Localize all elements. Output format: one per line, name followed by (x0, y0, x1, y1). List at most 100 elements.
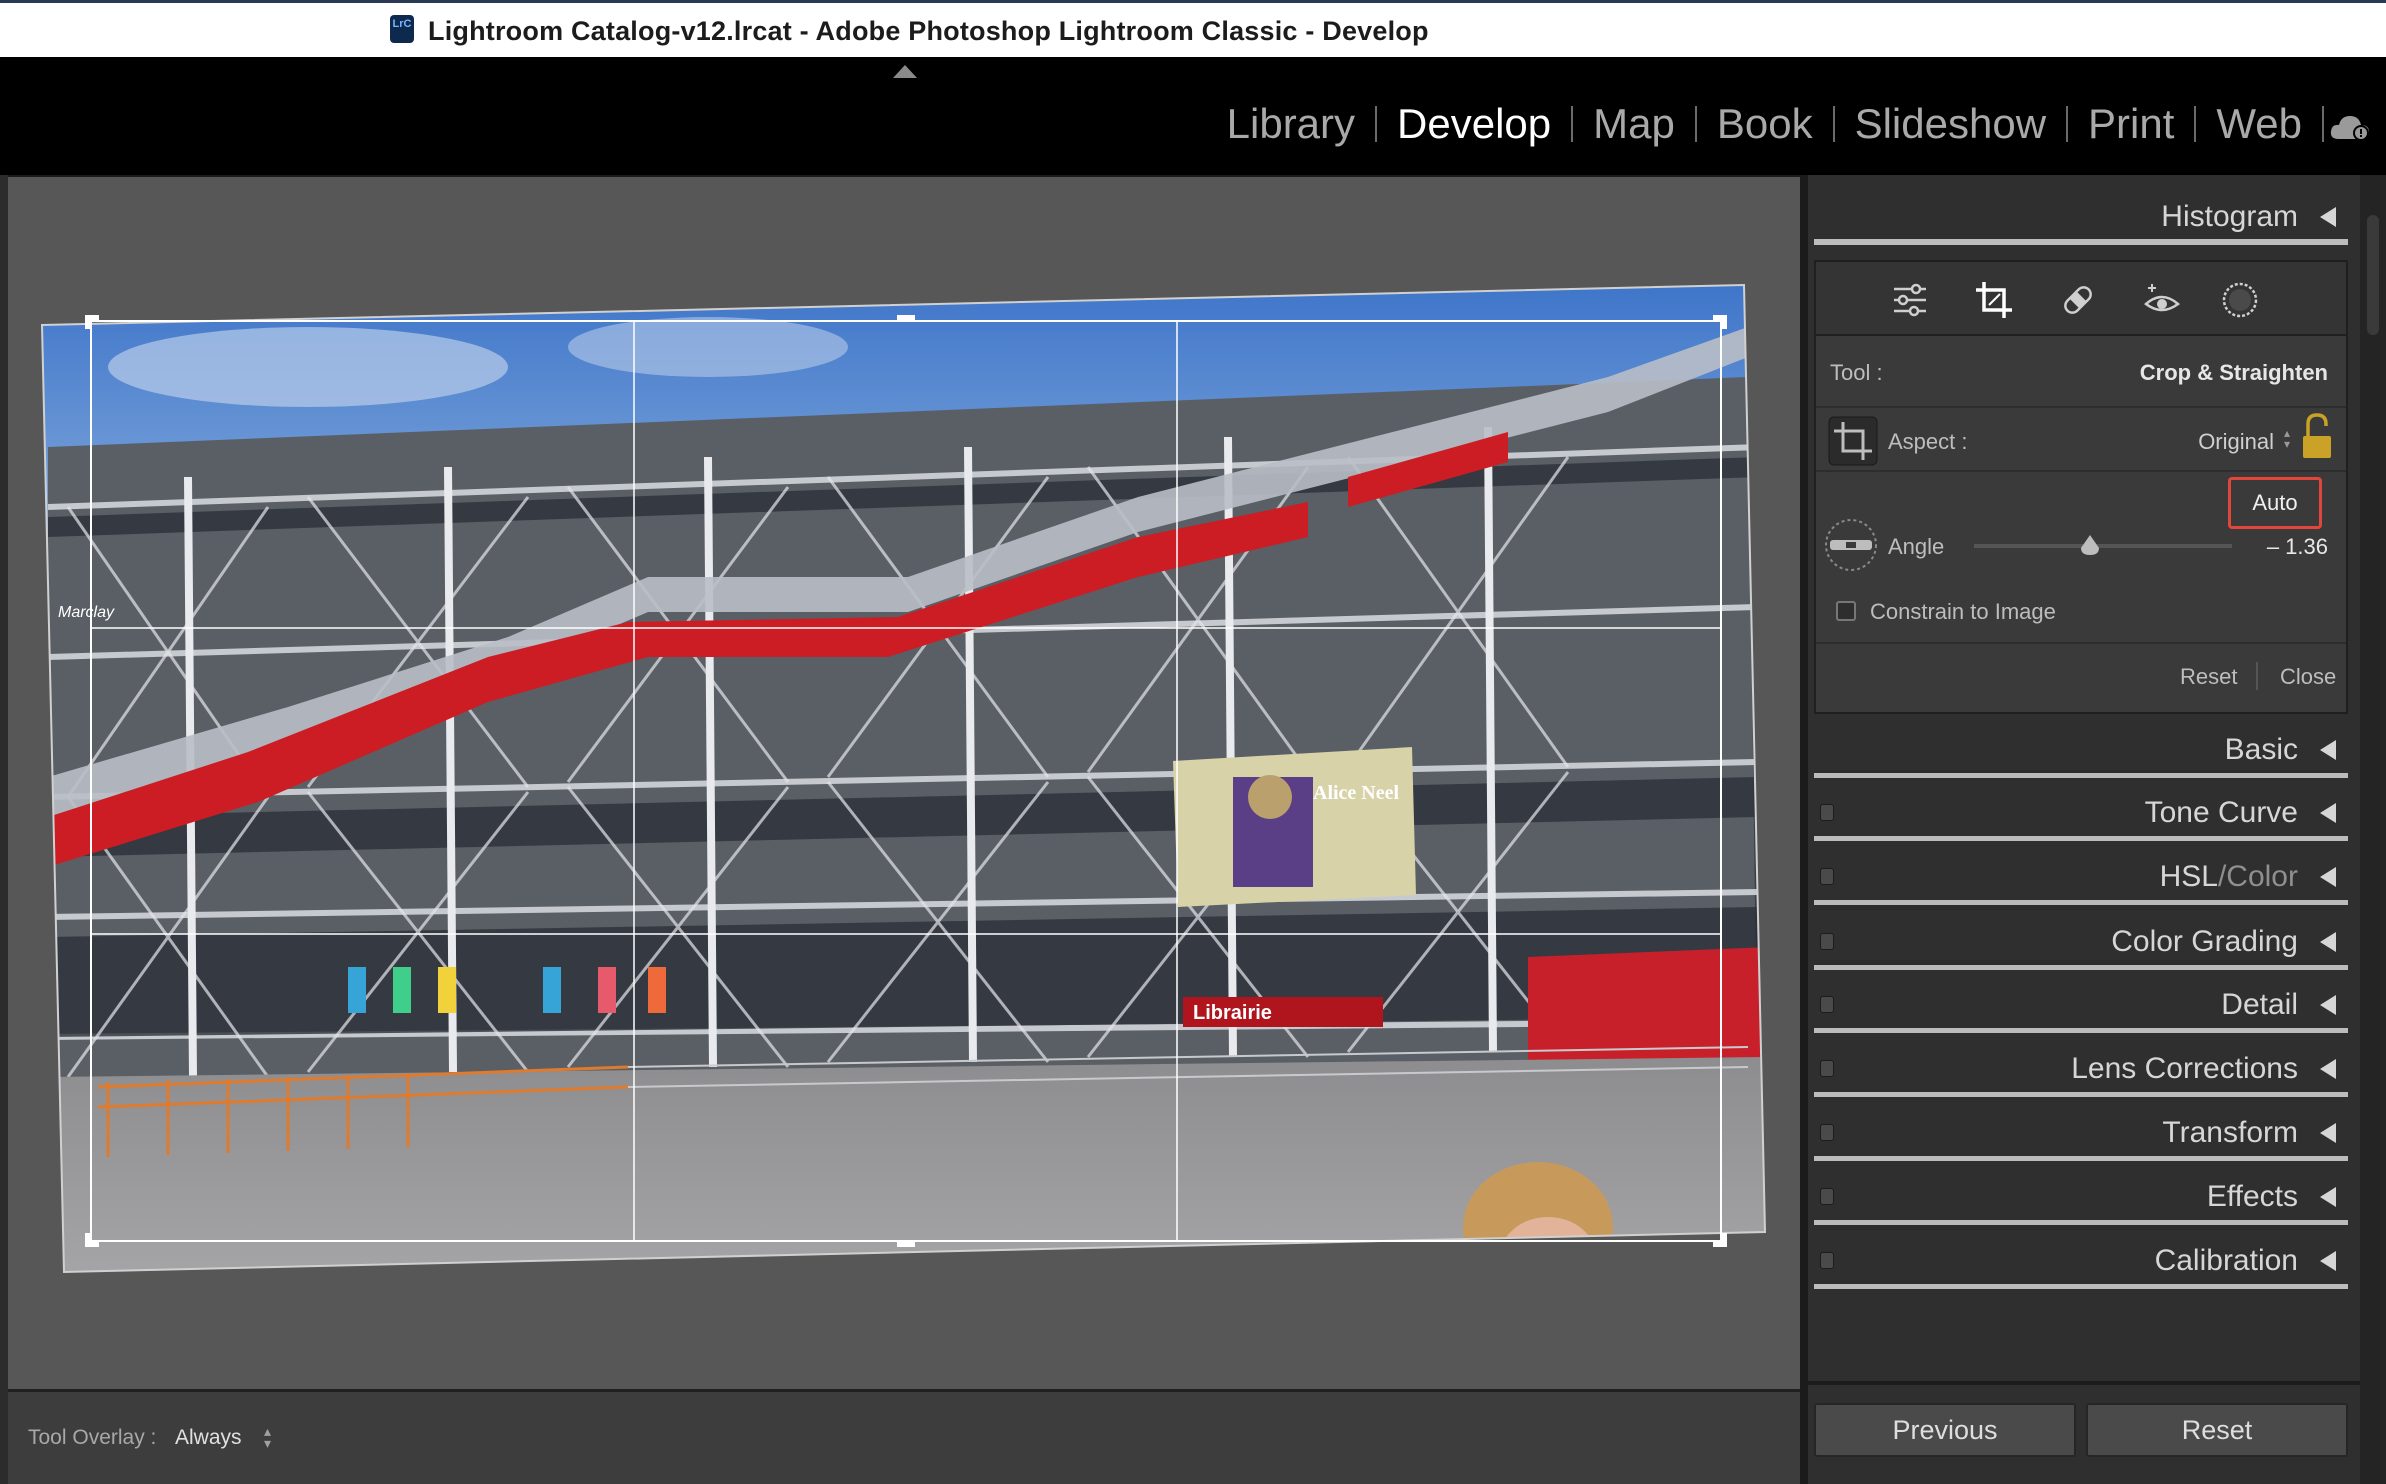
angle-slider-thumb[interactable] (2079, 534, 2101, 556)
develop-tool-strip (1814, 260, 2348, 336)
module-print[interactable]: Print (2068, 103, 2194, 145)
module-list: Library Develop Map Book Slideshow Print… (1207, 103, 2324, 145)
hsl-tab[interactable]: HSL (2160, 860, 2218, 893)
lightroom-app-icon: LrC (390, 15, 414, 43)
aspect-label: Aspect : (1888, 429, 1968, 454)
crop-reset-button[interactable]: Reset (2180, 664, 2237, 690)
develop-right-panel: Histogram Tool: Crop & Straighten Aspec… (1808, 175, 2386, 1484)
panel-rule (1814, 965, 2348, 970)
aspect-select[interactable]: Original (2198, 429, 2274, 455)
panel-hsl-color[interactable]: HSL/Color (1808, 847, 2348, 905)
auto-straighten-button[interactable]: Auto (2228, 477, 2322, 529)
collapse-triangle-icon[interactable] (2320, 867, 2336, 887)
panel-color-grading[interactable]: Color Grading (1808, 912, 2348, 970)
panel-switch[interactable] (1820, 1060, 1834, 1077)
panel-title: Effects (2206, 1180, 2298, 1213)
module-separator (2322, 106, 2324, 142)
panel-switch[interactable] (1820, 804, 1834, 821)
panel-title: Calibration (2154, 1244, 2298, 1277)
image-canvas[interactable]: Alice Neel Librairie Marclay (8, 175, 1800, 1389)
module-library[interactable]: Library (1207, 103, 1375, 145)
panel-rule (1814, 1092, 2348, 1097)
crop-icon[interactable] (1974, 280, 2014, 320)
tool-name: Crop & Straighten (2139, 360, 2328, 385)
crop-frame-tool-icon[interactable] (1828, 416, 1878, 466)
collapse-triangle-icon[interactable] (2320, 1251, 2336, 1271)
module-map[interactable]: Map (1573, 103, 1695, 145)
aspect-updown-icon[interactable]: ▴ ▾ (2284, 427, 2290, 450)
row-divider (1816, 470, 2346, 472)
panel-lens-corrections[interactable]: Lens Corrections (1808, 1039, 2348, 1097)
collapse-triangle-icon[interactable] (2320, 803, 2336, 823)
panel-detail[interactable]: Detail (1808, 975, 2348, 1033)
cloud-sync-icon[interactable] (2328, 113, 2372, 143)
panel-title: HSL/Color (2160, 860, 2298, 894)
panel-switch[interactable] (1820, 1188, 1834, 1205)
tool-overlay-label: Tool Overlay : (28, 1426, 157, 1449)
panel-transform[interactable]: Transform (1808, 1103, 2348, 1161)
photo-preview[interactable]: Alice Neel Librairie Marclay (8, 177, 1800, 1391)
panel-switch[interactable] (1820, 868, 1834, 885)
panel-rule (1814, 1028, 2348, 1033)
module-develop[interactable]: Develop (1377, 103, 1571, 145)
collapse-triangle-icon[interactable] (2320, 207, 2336, 227)
collapse-triangle-icon[interactable] (2320, 1123, 2336, 1143)
angle-value[interactable]: – 1.36 (2267, 534, 2328, 560)
constrain-to-image-label[interactable]: Constrain to Image (1870, 599, 2056, 625)
panel-rule (1814, 836, 2348, 841)
panel-switch[interactable] (1820, 933, 1834, 950)
crop-straighten-panel: Tool : Crop & Straighten Aspect : Origin… (1814, 336, 2348, 714)
panel-divider (1800, 175, 1808, 1484)
collapse-top-panel-icon[interactable] (893, 65, 917, 78)
panel-title: Tone Curve (2144, 796, 2298, 829)
panel-rule (1814, 239, 2348, 245)
panel-title: Basic (2224, 733, 2298, 766)
collapse-triangle-icon[interactable] (2320, 995, 2336, 1015)
masking-icon[interactable] (2220, 280, 2260, 320)
panel-rule (1814, 900, 2348, 905)
alice-neel-banner: Alice Neel (1173, 747, 1416, 907)
panel-title: Transform (2162, 1116, 2298, 1149)
red-eye-icon[interactable] (2142, 280, 2182, 320)
collapse-triangle-icon[interactable] (2320, 1059, 2336, 1079)
panel-basic[interactable]: Basic (1808, 720, 2348, 778)
module-web[interactable]: Web (2196, 103, 2322, 145)
panel-switch[interactable] (1820, 996, 1834, 1013)
angle-label: Angle (1888, 534, 1945, 559)
panel-calibration[interactable]: Calibration (1808, 1231, 2348, 1289)
row-divider (1816, 642, 2346, 644)
collapse-triangle-icon[interactable] (2320, 932, 2336, 952)
reset-button[interactable]: Reset (2086, 1403, 2348, 1457)
panel-effects[interactable]: Effects (1808, 1167, 2348, 1225)
crop-close-button[interactable]: Close (2280, 664, 2336, 690)
window-titlebar: LrC Lightroom Catalog-v12.lrcat - Adobe … (0, 0, 2386, 57)
panel-switch[interactable] (1820, 1124, 1834, 1141)
tool-overlay-toolbar: Tool Overlay : Always ▴ ▾ (8, 1389, 1800, 1484)
healing-icon[interactable] (2058, 280, 2098, 320)
collapse-triangle-icon[interactable] (2320, 1187, 2336, 1207)
angle-slider-track[interactable] (1974, 544, 2232, 548)
tool-overlay-select[interactable]: Always (175, 1426, 242, 1450)
row-divider (1816, 406, 2346, 408)
panel-switch[interactable] (1820, 1252, 1834, 1269)
left-panel-edge[interactable] (0, 175, 8, 1484)
constrain-to-image-checkbox[interactable] (1836, 601, 1856, 621)
collapse-triangle-icon[interactable] (2320, 740, 2336, 760)
panel-rule (1814, 773, 2348, 778)
color-tab[interactable]: Color (2226, 860, 2298, 893)
banner-text: Alice Neel (1313, 782, 1400, 804)
edit-sliders-icon[interactable] (1890, 280, 1930, 320)
select-updown-icon[interactable]: ▴ ▾ (264, 1424, 271, 1450)
module-slideshow[interactable]: Slideshow (1835, 103, 2066, 145)
panel-histogram[interactable]: Histogram (1808, 187, 2348, 245)
panel-title: Detail (2221, 988, 2298, 1021)
right-panel-scrollbar[interactable] (2360, 175, 2386, 1484)
button-separator (2256, 662, 2258, 690)
straighten-level-icon[interactable] (1824, 518, 1878, 572)
panel-bottom-divider (1808, 1381, 2360, 1385)
scroll-thumb[interactable] (2367, 215, 2379, 335)
module-book[interactable]: Book (1697, 103, 1833, 145)
previous-button[interactable]: Previous (1814, 1403, 2076, 1457)
panel-tone-curve[interactable]: Tone Curve (1808, 783, 2348, 841)
aspect-lock-icon[interactable] (2300, 412, 2334, 462)
